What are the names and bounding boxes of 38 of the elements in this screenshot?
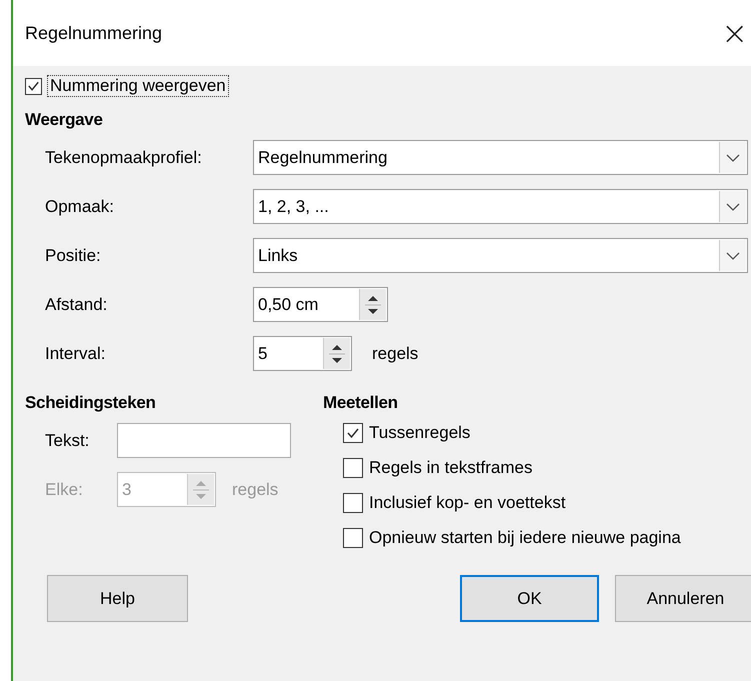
spin-arrows-icon[interactable]	[323, 338, 350, 369]
chevron-down-icon[interactable]	[719, 240, 746, 271]
field-label: Elke:	[45, 480, 84, 500]
checkbox[interactable]	[343, 423, 363, 443]
dialog-button[interactable]: Annuleren	[615, 575, 751, 622]
field-label: Tekenopmaakprofiel:	[45, 148, 203, 168]
checkbox[interactable]	[25, 78, 42, 94]
dialog-button[interactable]: Help	[47, 575, 188, 622]
close-button[interactable]: ×	[711, 14, 751, 52]
unit-label: regels	[372, 344, 418, 364]
chevron-down-icon[interactable]	[719, 142, 746, 173]
checkbox[interactable]	[343, 493, 363, 513]
chevron-down-icon[interactable]	[719, 191, 746, 222]
unit-label: regels	[232, 480, 278, 500]
dropdown[interactable]: Links	[253, 238, 748, 273]
window-title: Regelnummering	[25, 22, 162, 44]
field-label: Opmaak:	[45, 196, 115, 216]
checkbox-label[interactable]: Opnieuw starten bij iedere nieuwe pagina	[369, 528, 681, 548]
dropdown[interactable]: Regelnummering	[253, 140, 748, 175]
field-label: Interval:	[45, 344, 106, 364]
section-heading: Meetellen	[323, 393, 399, 413]
checkbox-label[interactable]: Tussenregels	[369, 423, 470, 443]
input-field[interactable]	[117, 423, 291, 458]
checkbox-label[interactable]: Regels in tekstframes	[369, 458, 532, 478]
field-label: Tekst:	[45, 430, 90, 450]
field-label: Positie:	[45, 246, 102, 266]
field-label: Afstand:	[45, 294, 108, 314]
spin-field[interactable]: 5	[253, 336, 352, 371]
dropdown[interactable]: 1, 2, 3, ...	[253, 189, 748, 224]
checkbox-label[interactable]: Nummering weergeven	[48, 76, 228, 96]
checkbox-label[interactable]: Inclusief kop- en voettekst	[369, 493, 566, 513]
spin-arrows-icon[interactable]	[359, 289, 386, 320]
checkbox[interactable]	[343, 458, 363, 478]
section-heading: Scheidingsteken	[25, 393, 157, 413]
spin-field[interactable]: 0,50 cm	[253, 287, 388, 322]
dialog-button[interactable]: OK	[460, 575, 599, 622]
checkbox[interactable]	[343, 528, 363, 548]
section-heading: Weergave	[25, 110, 104, 130]
